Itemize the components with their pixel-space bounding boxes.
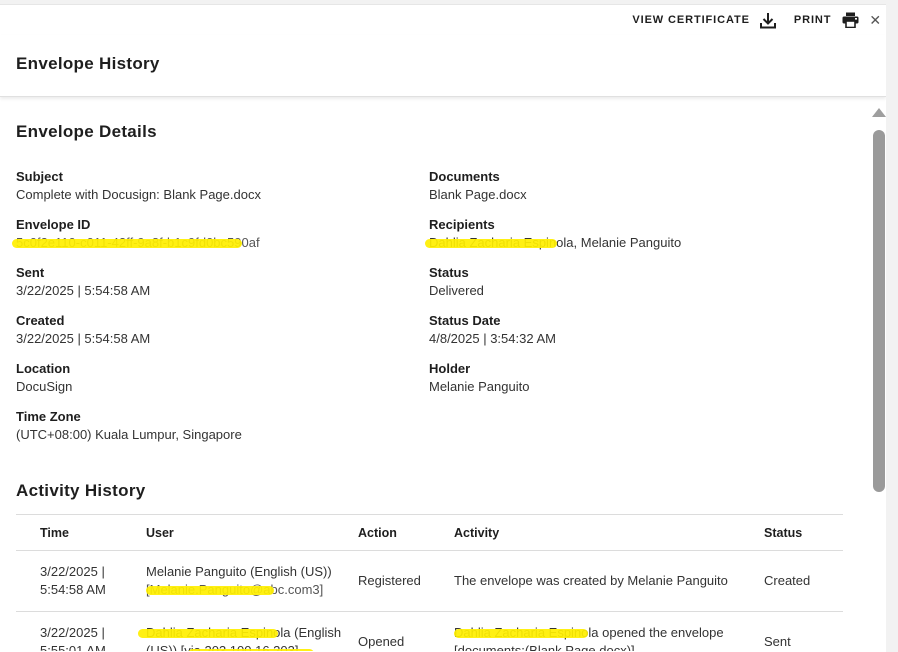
location-label: Location bbox=[16, 361, 71, 376]
column-header-activity[interactable]: Activity bbox=[454, 514, 764, 551]
scroll-up-arrow-icon[interactable] bbox=[872, 108, 886, 117]
table-header-row: Time User Action Activity Status bbox=[16, 514, 843, 551]
scrollbar-thumb[interactable] bbox=[873, 130, 885, 492]
redaction-mark bbox=[138, 629, 278, 638]
status-cell: Sent bbox=[764, 611, 843, 651]
status-date-label: Status Date bbox=[429, 313, 501, 328]
sent-value: 3/22/2025 | 5:54:58 AM bbox=[16, 283, 151, 298]
activity-history-title: Activity History bbox=[16, 481, 146, 500]
column-header-status[interactable]: Status bbox=[764, 514, 843, 551]
recipients-label: Recipients bbox=[429, 217, 495, 232]
modal-toolbar: VIEW CERTIFICATE PRINT ✕ bbox=[632, 5, 886, 35]
envelope-id-value: 5c0f2e110-c011-42ff-9a8f-b1c9fd0bc590af bbox=[12, 234, 396, 252]
sent-label: Sent bbox=[16, 265, 45, 280]
status-field: Status Delivered bbox=[429, 264, 809, 300]
time-cell: 3/22/2025 | 5:54:58 AM bbox=[16, 550, 146, 612]
documents-value: Blank Page.docx bbox=[429, 187, 527, 202]
created-field: Created 3/22/2025 | 5:54:58 AM bbox=[16, 312, 396, 348]
status-label: Status bbox=[429, 265, 469, 280]
holder-value: Melanie Panguito bbox=[429, 379, 530, 394]
status-cell: Created bbox=[764, 550, 843, 612]
time-zone-field: Time Zone (UTC+08:00) Kuala Lumpur, Sing… bbox=[16, 408, 396, 444]
activity-cell: The envelope was created by Melanie Pang… bbox=[454, 550, 764, 612]
printer-icon bbox=[842, 12, 859, 28]
created-label: Created bbox=[16, 313, 65, 328]
modal-content: Envelope Details Subject Complete with D… bbox=[0, 96, 870, 651]
recipients-field: Recipients Dahlia Zacharia Espinola, Mel… bbox=[425, 216, 809, 252]
table-row: 3/22/2025 |5:55:01 AM Dahlia Zacharia Es… bbox=[16, 611, 843, 651]
time-zone-value: (UTC+08:00) Kuala Lumpur, Singapore bbox=[16, 427, 242, 442]
column-header-action[interactable]: Action bbox=[358, 514, 454, 551]
action-cell: Opened bbox=[358, 611, 454, 651]
page-title: Envelope History bbox=[16, 54, 160, 73]
subject-field: Subject Complete with Docusign: Blank Pa… bbox=[16, 168, 396, 204]
modal-header: Envelope History bbox=[0, 35, 886, 97]
documents-field: Documents Blank Page.docx bbox=[429, 168, 809, 204]
time-zone-label: Time Zone bbox=[16, 409, 81, 424]
recipients-value: Dahlia Zacharia Espinola, Melanie Pangui… bbox=[425, 234, 809, 252]
download-icon bbox=[759, 12, 776, 28]
subject-value: Complete with Docusign: Blank Page.docx bbox=[16, 187, 261, 202]
location-field: Location DocuSign bbox=[16, 360, 396, 396]
user-cell: Melanie Panguito (English (US)) [Melanie… bbox=[146, 550, 358, 612]
action-cell: Registered bbox=[358, 550, 454, 612]
activity-cell: Dahlia Zacharia Espinola opened the enve… bbox=[454, 611, 764, 651]
column-header-time[interactable]: Time bbox=[16, 514, 146, 551]
status-date-value: 4/8/2025 | 3:54:32 AM bbox=[429, 331, 556, 346]
user-cell: Dahlia Zacharia Espinola (English (US)) … bbox=[138, 611, 358, 651]
envelope-id-field: Envelope ID 5c0f2e110-c011-42ff-9a8f-b1c… bbox=[12, 216, 396, 252]
view-certificate-label: VIEW CERTIFICATE bbox=[632, 14, 750, 26]
redaction-mark bbox=[12, 239, 242, 248]
status-date-field: Status Date 4/8/2025 | 3:54:32 AM bbox=[429, 312, 809, 348]
table-row: 3/22/2025 | 5:54:58 AM Melanie Panguito (… bbox=[16, 550, 843, 612]
redaction-mark bbox=[454, 629, 588, 638]
view-certificate-button[interactable]: VIEW CERTIFICATE bbox=[632, 12, 776, 29]
subject-label: Subject bbox=[16, 169, 63, 184]
created-value: 3/22/2025 | 5:54:58 AM bbox=[16, 331, 151, 346]
sent-field: Sent 3/22/2025 | 5:54:58 AM bbox=[16, 264, 396, 300]
documents-label: Documents bbox=[429, 169, 500, 184]
column-header-user[interactable]: User bbox=[146, 514, 358, 551]
redaction-mark bbox=[425, 239, 557, 248]
print-button[interactable]: PRINT bbox=[794, 12, 860, 28]
print-label: PRINT bbox=[793, 14, 832, 26]
close-icon: ✕ bbox=[869, 11, 882, 28]
location-value: DocuSign bbox=[16, 379, 73, 394]
close-button[interactable]: ✕ bbox=[869, 12, 882, 29]
holder-label: Holder bbox=[429, 361, 471, 376]
redaction-mark bbox=[146, 586, 274, 595]
holder-field: Holder Melanie Panguito bbox=[429, 360, 809, 396]
status-value: Delivered bbox=[429, 283, 484, 298]
time-cell: 3/22/2025 | 5:55:01 AM bbox=[16, 611, 146, 651]
envelope-id-label: Envelope ID bbox=[16, 217, 91, 232]
envelope-details-title: Envelope Details bbox=[16, 122, 157, 141]
activity-table: Time User Action Activity Status 3/22/20… bbox=[16, 514, 843, 651]
